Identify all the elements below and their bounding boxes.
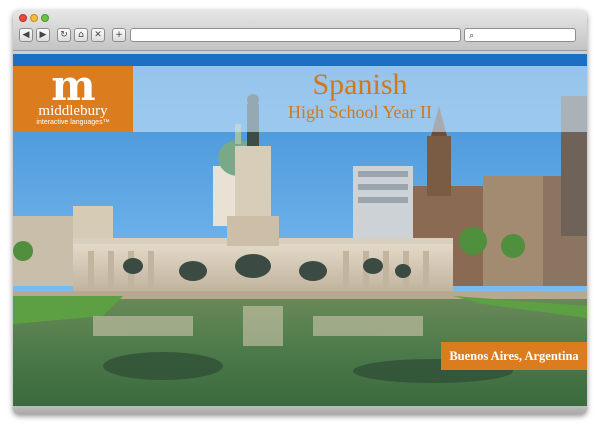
status-bar	[13, 406, 587, 414]
plus-icon: +	[115, 29, 123, 40]
page-title: Spanish	[312, 68, 408, 101]
logo-mark: m	[51, 66, 95, 110]
logo-name: middlebury	[38, 103, 108, 119]
maximize-window-button[interactable]	[41, 14, 49, 22]
home-icon: ⌂	[78, 29, 84, 40]
home-button[interactable]: ⌂	[74, 28, 88, 42]
new-tab-button[interactable]: +	[112, 28, 126, 42]
address-bar[interactable]	[130, 28, 461, 42]
browser-window: ◀ ▶ ↻ ⌂ ✕ + ⌕ m middlebury interactive l…	[13, 10, 587, 414]
search-icon: ⌕	[469, 31, 475, 41]
reload-icon: ↻	[60, 29, 68, 40]
close-window-button[interactable]	[19, 14, 27, 22]
forward-button[interactable]: ▶	[36, 28, 50, 42]
back-arrow-icon: ◀	[22, 29, 30, 40]
stop-button[interactable]: ✕	[91, 28, 105, 42]
forward-arrow-icon: ▶	[39, 29, 47, 40]
close-icon: ✕	[94, 29, 102, 40]
browser-toolbar: ◀ ▶ ↻ ⌂ ✕ + ⌕	[13, 10, 587, 51]
search-input[interactable]: ⌕	[464, 28, 576, 42]
reload-button[interactable]: ↻	[57, 28, 71, 42]
minimize-window-button[interactable]	[30, 14, 38, 22]
location-label: Buenos Aires, Argentina	[441, 342, 587, 370]
logo-tagline: interactive languages™	[36, 119, 110, 126]
back-button[interactable]: ◀	[19, 28, 33, 42]
page-viewport: m middlebury interactive languages™ Span…	[13, 66, 587, 406]
middlebury-logo[interactable]: m middlebury interactive languages™	[13, 66, 133, 132]
page-subtitle: High School Year II	[288, 102, 432, 122]
site-nav-bar	[13, 54, 587, 66]
